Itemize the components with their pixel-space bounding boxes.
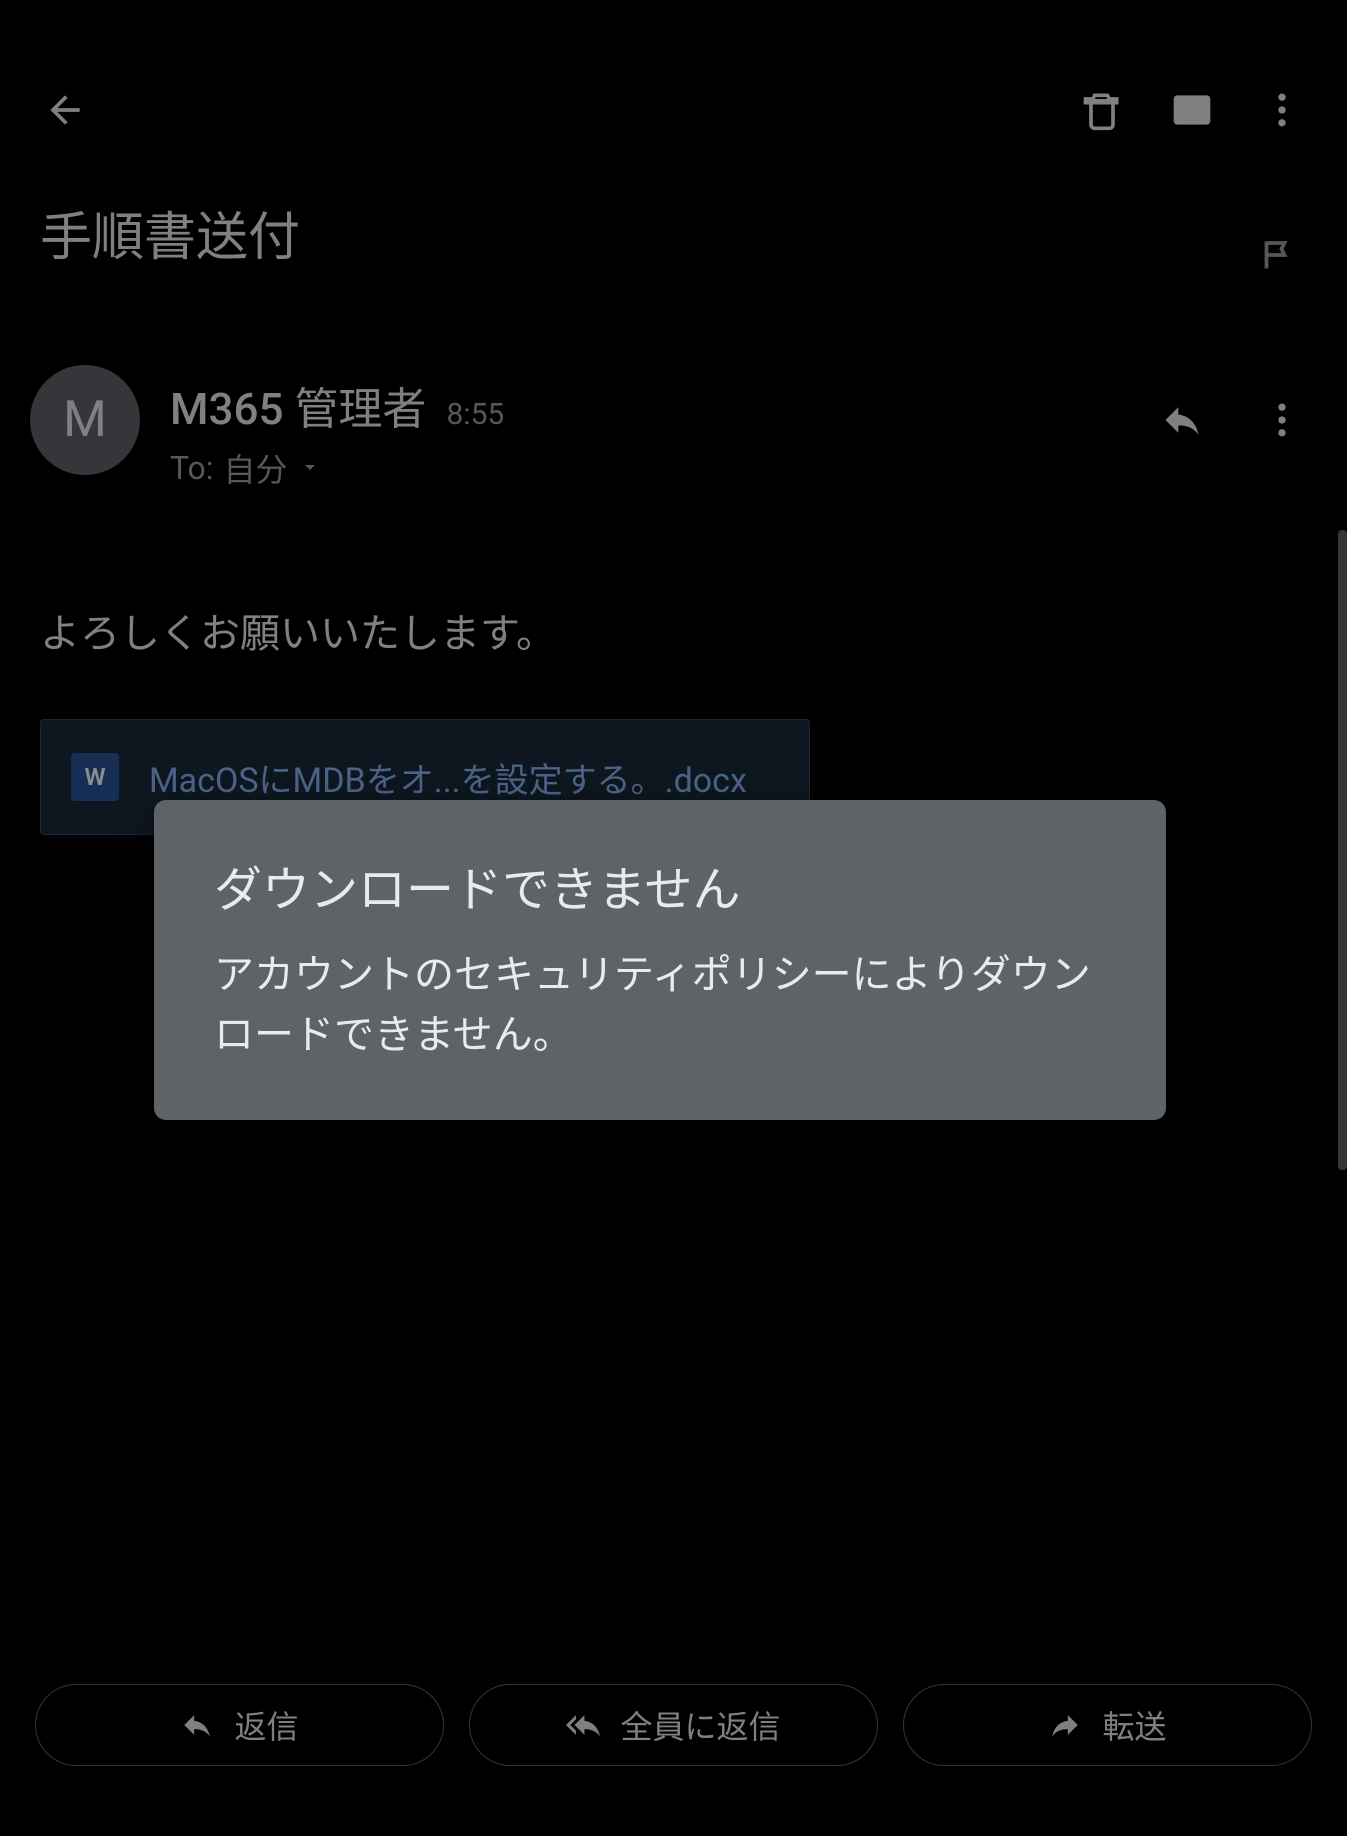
back-button[interactable]: [30, 75, 100, 145]
sent-time: 8:55: [446, 397, 504, 432]
reply-label: 返信: [234, 1702, 298, 1748]
attachment-filename: MacOSにMDBをオ...を設定する。.docx: [149, 753, 747, 802]
reply-icon-button[interactable]: [1147, 385, 1217, 455]
email-body-text: よろしくお願いいたします。: [0, 511, 1347, 699]
trash-icon: [1080, 88, 1124, 132]
sender-row: M M365 管理者 8:55 To: 自分: [0, 315, 1347, 511]
toast-body: アカウントのセキュリティポリシーによりダウンロードできません。: [214, 945, 1106, 1065]
arrow-left-icon: [43, 88, 87, 132]
mark-unread-button[interactable]: [1157, 75, 1227, 145]
subject-row: 手順書送付: [0, 185, 1347, 315]
sender-meta: M365 管理者 8:55 To: 自分: [170, 365, 1117, 491]
reply-button[interactable]: 返信: [35, 1684, 444, 1766]
avatar[interactable]: M: [30, 365, 140, 475]
email-subject: 手順書送付: [40, 195, 1227, 270]
sender-name: M365 管理者: [170, 373, 426, 437]
reply-icon: [1160, 398, 1204, 442]
reply-all-label: 全員に返信: [620, 1702, 780, 1748]
envelope-icon: [1170, 88, 1214, 132]
more-vert-icon: [1260, 398, 1304, 442]
delete-button[interactable]: [1067, 75, 1137, 145]
recipient-name: 自分: [224, 445, 288, 491]
message-more-button[interactable]: [1247, 385, 1317, 455]
flag-button[interactable]: [1247, 225, 1307, 285]
reply-icon: [180, 1708, 214, 1742]
forward-button[interactable]: 転送: [903, 1684, 1312, 1766]
download-blocked-toast: ダウンロードできません アカウントのセキュリティポリシーによりダウンロードできま…: [154, 800, 1166, 1120]
toast-title: ダウンロードできません: [214, 850, 1106, 920]
more-vert-icon: [1260, 88, 1304, 132]
recipient-expand[interactable]: To: 自分: [170, 445, 1117, 491]
flag-icon: [1259, 237, 1295, 273]
topbar: [0, 0, 1347, 185]
reply-all-button[interactable]: 全員に返信: [469, 1684, 878, 1766]
to-label: To:: [170, 449, 214, 487]
scrollbar[interactable]: [1338, 530, 1347, 1170]
forward-label: 転送: [1102, 1702, 1166, 1748]
chevron-down-icon: [298, 449, 322, 487]
bottom-action-bar: 返信 全員に返信 転送: [0, 1684, 1347, 1766]
word-file-icon: W: [71, 753, 119, 801]
reply-all-icon: [566, 1708, 600, 1742]
forward-icon: [1048, 1708, 1082, 1742]
more-button[interactable]: [1247, 75, 1317, 145]
